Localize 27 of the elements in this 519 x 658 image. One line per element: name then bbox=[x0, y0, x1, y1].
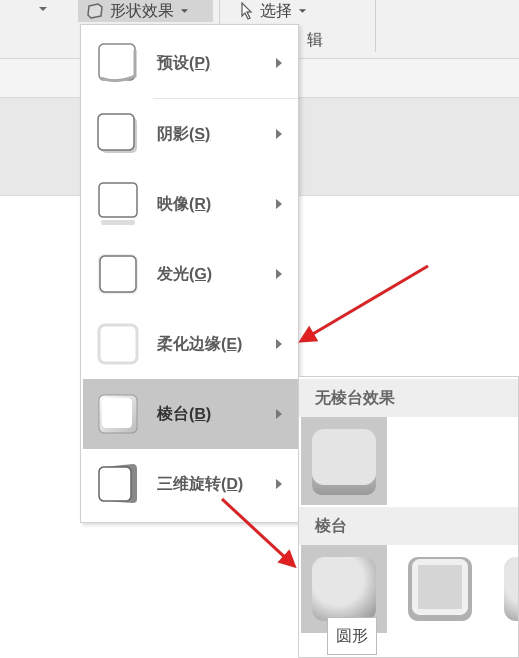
submenu-arrow-icon bbox=[276, 58, 282, 68]
menu-item[interactable]: 三维旋转(D) bbox=[83, 449, 298, 519]
caret-icon bbox=[180, 8, 189, 14]
menu-item[interactable]: 发光(G) bbox=[83, 239, 298, 309]
submenu-arrow-icon bbox=[276, 199, 282, 209]
section-header: 无棱台效果 bbox=[299, 379, 518, 417]
tooltip: 圆形 bbox=[327, 617, 377, 655]
submenu-arrow-icon bbox=[276, 129, 282, 139]
menu-item[interactable]: 映像(R) bbox=[83, 169, 298, 239]
menu-item[interactable]: 柔化边缘(E) bbox=[83, 309, 298, 379]
cursor-icon bbox=[240, 2, 254, 20]
menu-item[interactable]: 预设(P) bbox=[83, 28, 298, 98]
dropdown-caret-icon[interactable] bbox=[38, 6, 48, 12]
submenu-arrow-icon bbox=[276, 339, 282, 349]
submenu-arrow-icon bbox=[276, 269, 282, 279]
select-button[interactable]: 选择 bbox=[240, 0, 307, 22]
bevel-option[interactable] bbox=[301, 417, 387, 505]
submenu-arrow-icon bbox=[276, 479, 282, 489]
shape-icon bbox=[86, 3, 104, 19]
menu-item[interactable]: 棱台(B) bbox=[83, 379, 298, 449]
caret-icon bbox=[298, 8, 307, 14]
group-label: 辑 bbox=[307, 31, 323, 51]
shape-effects-button[interactable]: 形状效果 bbox=[78, 0, 213, 22]
section-header: 棱台 bbox=[299, 507, 518, 545]
effect-preview-icon bbox=[95, 251, 141, 297]
submenu-arrow-icon bbox=[276, 409, 282, 419]
effect-preview-icon bbox=[95, 321, 141, 367]
